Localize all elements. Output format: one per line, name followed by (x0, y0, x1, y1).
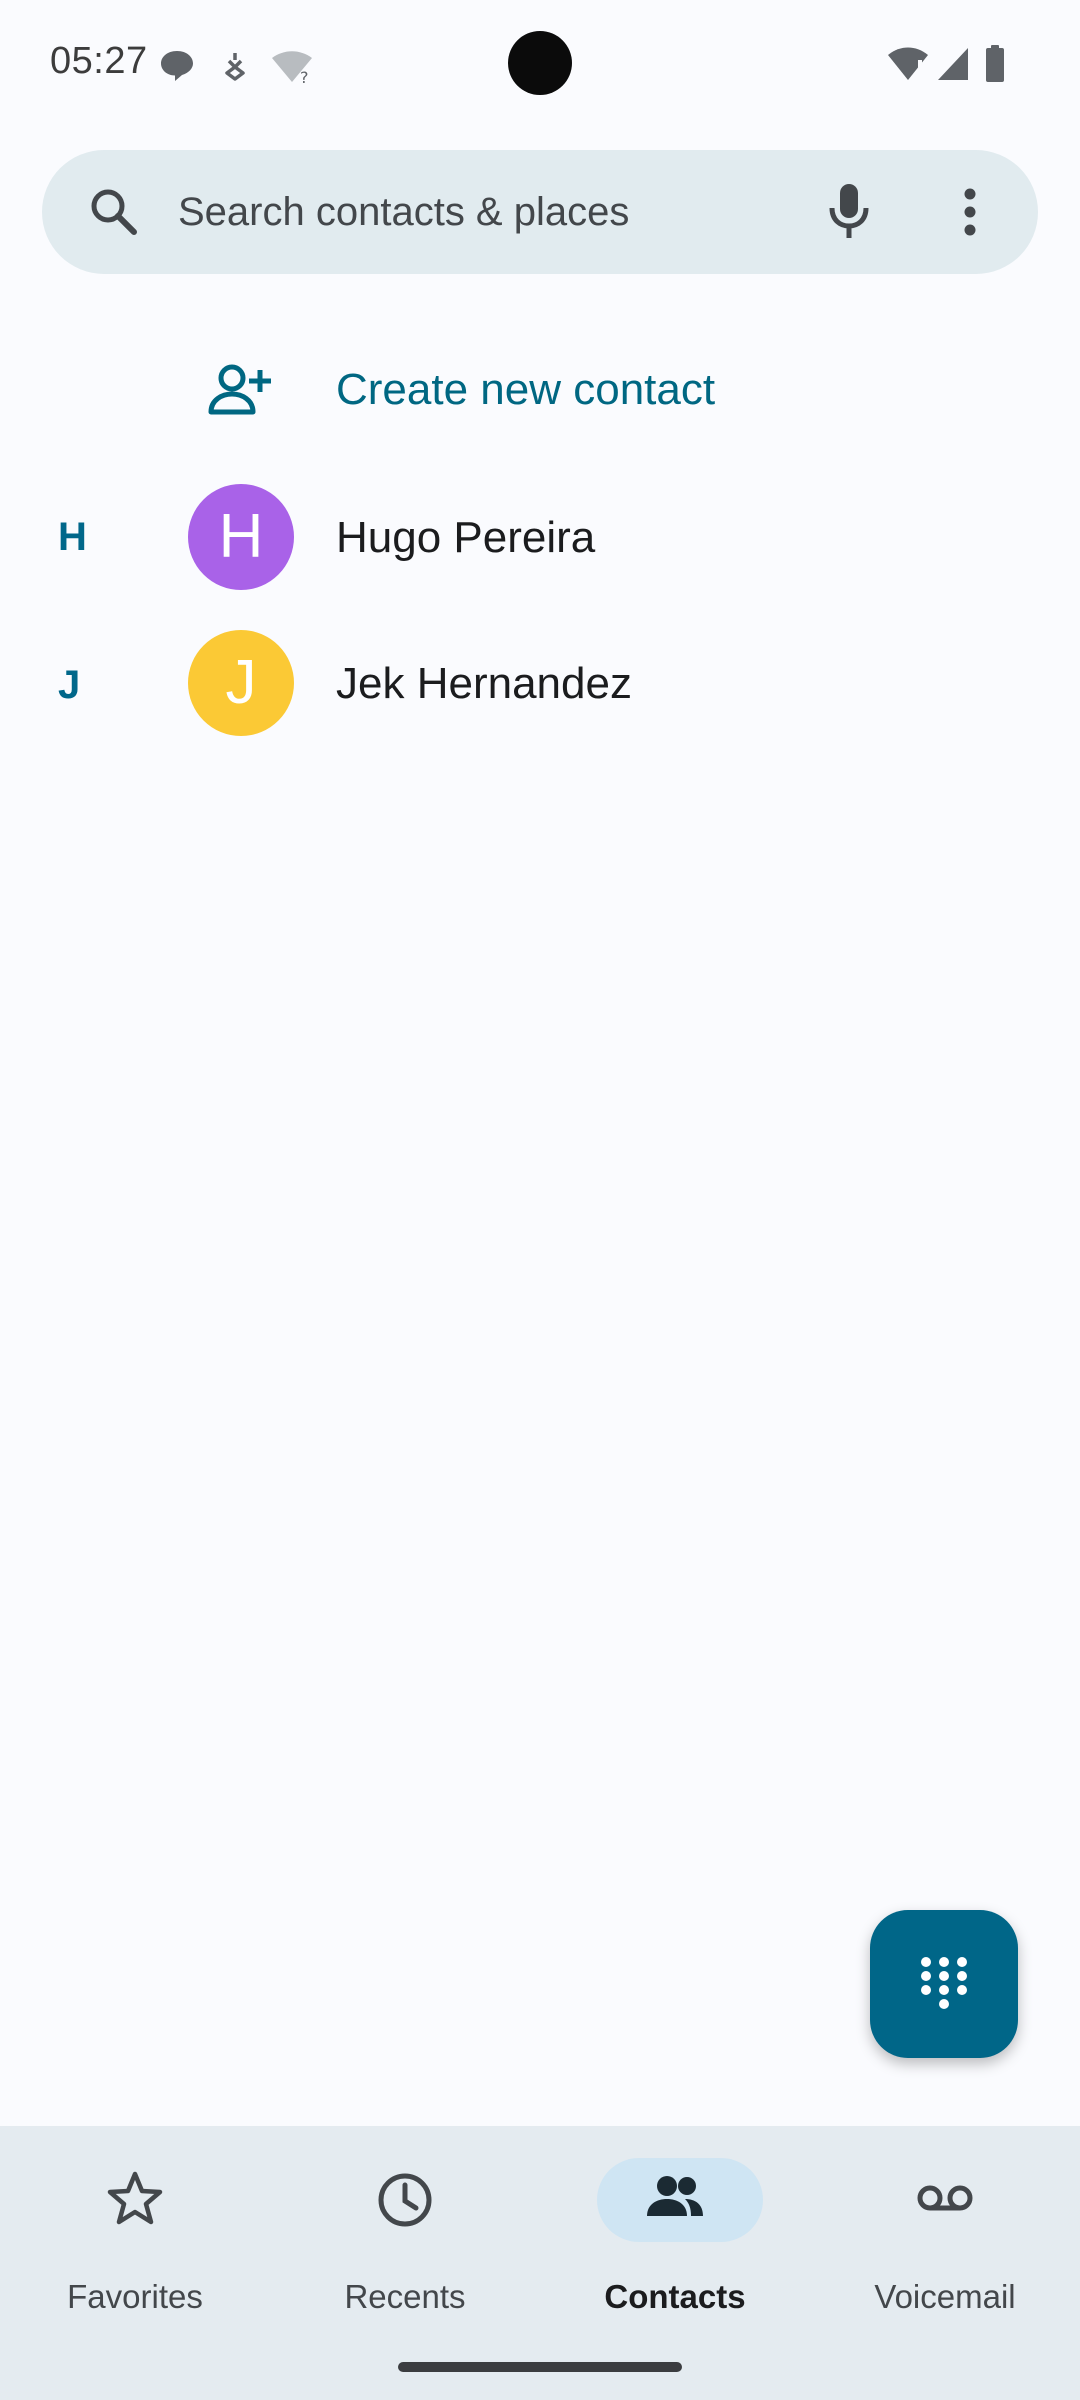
section-letter-h: H (58, 515, 87, 559)
search-input[interactable]: Search contacts & places (178, 186, 629, 238)
wifi-question-icon: ? (272, 51, 312, 84)
people-icon (647, 2176, 703, 2216)
star-outline-icon (107, 2171, 163, 2225)
create-new-contact-label[interactable]: Create new contact (336, 362, 715, 418)
chat-bubble-icon (161, 51, 193, 81)
wifi-alert-icon (888, 47, 928, 80)
nav-label-contacts: Contacts (604, 2278, 746, 2315)
battery-icon (986, 45, 1004, 82)
dialpad-icon (921, 1957, 967, 2009)
nav-recents[interactable]: Recents (270, 2126, 540, 2336)
cell-signal-icon (938, 48, 968, 80)
avatar: J (188, 630, 294, 736)
clock-icon (378, 2173, 432, 2227)
svg-text:?: ? (300, 68, 309, 84)
nav-label-recents: Recents (344, 2278, 466, 2315)
avatar: H (188, 484, 294, 590)
gesture-navigation-bar[interactable] (398, 2362, 682, 2372)
contact-name[interactable]: Hugo Pereira (336, 510, 595, 566)
camera-cutout (508, 31, 572, 95)
person-add-icon (208, 364, 271, 415)
search-icon[interactable] (88, 186, 140, 238)
status-time: 05:27 (50, 40, 148, 82)
more-vert-icon[interactable] (950, 186, 990, 238)
contact-name[interactable]: Jek Hernandez (336, 656, 632, 712)
section-letter-j: J (58, 663, 81, 707)
nav-voicemail[interactable]: Voicemail (810, 2126, 1080, 2336)
mic-icon[interactable] (826, 180, 872, 242)
status-bar: 05:27 ? (0, 0, 1080, 130)
bottom-navigation: Favorites Recents Contacts Voicemail (0, 2126, 1080, 2400)
contacts-screen: 05:27 ? Search contacts & places Create … (0, 0, 1080, 2400)
nav-label-favorites: Favorites (67, 2278, 203, 2315)
nav-label-voicemail: Voicemail (874, 2278, 1016, 2315)
vpn-key-icon (225, 53, 245, 81)
voicemail-icon (917, 2185, 973, 2211)
nav-contacts[interactable]: Contacts (540, 2126, 810, 2336)
dialpad-button[interactable] (870, 1910, 1018, 2058)
nav-favorites[interactable]: Favorites (0, 2126, 270, 2336)
